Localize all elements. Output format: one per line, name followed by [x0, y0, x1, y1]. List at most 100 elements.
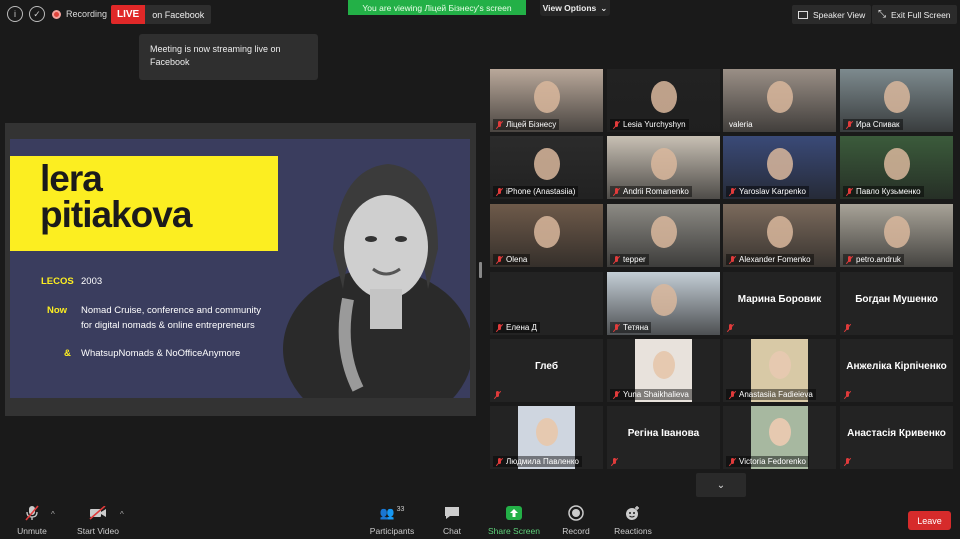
face-shape — [651, 216, 677, 248]
participant-tile[interactable]: Богдан Мушенко — [840, 272, 953, 335]
meeting-topbar: i ✓ Recording LIVE on Facebook You are v… — [0, 0, 960, 28]
participants-button[interactable]: 👥 33 Participants — [370, 504, 414, 537]
participant-name: iPhone (Anastasiia) — [506, 187, 576, 196]
chat-icon — [444, 504, 460, 522]
participant-name: Богдан Мушенко — [855, 294, 938, 305]
share-screen-icon — [506, 504, 522, 522]
exit-full-screen-label: Exit Full Screen — [891, 9, 951, 20]
mic-muted-icon — [727, 324, 734, 332]
mic-muted-icon — [729, 390, 736, 399]
live-target: on Facebook — [145, 5, 212, 24]
participant-tile[interactable]: Victoria Fedorenko — [723, 406, 836, 469]
mic-muted-icon — [613, 390, 620, 399]
mic-muted-icon — [611, 458, 618, 466]
view-options-button[interactable]: View Options ⌄ — [540, 0, 610, 16]
audio-options-caret-icon[interactable]: ^ — [51, 510, 55, 519]
face-shape — [884, 148, 910, 180]
participant-name: Yaroslav Karpenko — [739, 187, 806, 196]
participant-tile[interactable]: Людмила Павленко — [490, 406, 603, 469]
panel-resize-handle[interactable] — [479, 262, 482, 278]
face-shape — [651, 284, 677, 316]
view-options-label: View Options — [542, 3, 597, 13]
participant-name: Ира Спивак — [856, 120, 900, 129]
start-video-label: Start Video — [77, 526, 119, 536]
gallery-next-page-button[interactable]: ⌄ — [696, 473, 746, 497]
mic-muted-icon — [729, 255, 736, 264]
chevron-down-icon: ⌄ — [600, 2, 608, 13]
participant-label: iPhone (Anastasiia) — [493, 186, 579, 197]
reactions-label: Reactions — [614, 526, 652, 536]
face-shape — [534, 148, 560, 180]
leave-button[interactable]: Leave — [908, 511, 951, 530]
participant-tile[interactable]: petro.andruk — [840, 204, 953, 267]
participant-label: Anastasiia Fadieieva — [726, 389, 816, 400]
participant-tile[interactable]: tepper — [607, 204, 720, 267]
participant-tile[interactable]: Olena — [490, 204, 603, 267]
start-video-button[interactable]: Start Video — [75, 504, 121, 536]
participant-tile[interactable]: Ліцей Бізнесу — [490, 69, 603, 132]
participant-tile[interactable]: Ира Спивак — [840, 69, 953, 132]
record-button[interactable]: Record — [562, 504, 590, 536]
participant-label: Alexander Fomenko — [726, 254, 814, 265]
participant-name: Andrii Romanenko — [623, 187, 689, 196]
mic-muted-icon — [496, 255, 503, 264]
participant-tile[interactable]: Анжеліка Кірпіченко — [840, 339, 953, 402]
participant-label: Елена Д — [493, 322, 540, 333]
face-shape — [884, 216, 910, 248]
exit-full-screen-button[interactable]: ⤡ Exit Full Screen — [872, 5, 957, 24]
shared-slide: lera pitiakova LECOS 2003 Now Nomad Crui… — [10, 139, 470, 398]
participant-tile[interactable]: Тетяна — [607, 272, 720, 335]
participant-tile[interactable]: Марина Боровик — [723, 272, 836, 335]
participants-icon-wrap: 👥 33 — [380, 504, 405, 522]
participant-tile[interactable]: Anastasiia Fadieieva — [723, 339, 836, 402]
participant-tile[interactable]: valeria — [723, 69, 836, 132]
share-screen-label: Share Screen — [488, 526, 540, 536]
participant-name: Yuna Shaikhalieva — [623, 390, 689, 399]
participant-label: Yuna Shaikhalieva — [610, 389, 692, 400]
video-options-caret-icon[interactable]: ^ — [120, 510, 124, 519]
participant-tile[interactable]: iPhone (Anastasiia) — [490, 136, 603, 199]
unmute-label: Unmute — [17, 526, 47, 536]
live-stream-indicator[interactable]: LIVE on Facebook — [111, 5, 212, 24]
participant-name: Людмила Павленко — [506, 457, 579, 466]
video-off-icon — [89, 504, 107, 522]
mic-muted-icon — [846, 255, 853, 264]
reactions-icon — [625, 504, 641, 522]
unmute-button[interactable]: Unmute — [15, 504, 49, 536]
participant-tile[interactable]: Елена Д — [490, 272, 603, 335]
participant-label: Павло Кузьменко — [843, 186, 924, 197]
chat-button[interactable]: Chat — [440, 504, 464, 536]
participant-tile[interactable]: Lesia Yurchyshyn — [607, 69, 720, 132]
participant-tile[interactable]: Alexander Fomenko — [723, 204, 836, 267]
face-shape — [767, 81, 793, 113]
participant-tile[interactable]: Yaroslav Karpenko — [723, 136, 836, 199]
face-shape — [767, 216, 793, 248]
reactions-button[interactable]: Reactions — [613, 504, 653, 536]
slide-title-line1: lera — [40, 158, 103, 199]
live-badge: LIVE — [111, 5, 146, 24]
participant-tile[interactable]: Yuna Shaikhalieva — [607, 339, 720, 402]
share-screen-button[interactable]: Share Screen — [488, 504, 540, 536]
participant-label: Olena — [493, 254, 531, 265]
participant-tile[interactable]: Павло Кузьменко — [840, 136, 953, 199]
participant-name: Alexander Fomenko — [739, 255, 811, 264]
chat-label: Chat — [443, 526, 461, 536]
recording-indicator[interactable]: Recording — [52, 6, 107, 22]
face-shape — [653, 351, 675, 379]
mic-muted-icon — [846, 187, 853, 196]
mic-muted-icon — [613, 120, 620, 129]
participant-label: valeria — [726, 119, 756, 130]
face-shape — [534, 81, 560, 113]
participant-tile[interactable]: Анастасія Кривенко — [840, 406, 953, 469]
participant-name: Регіна Іванова — [627, 428, 700, 439]
participant-tile[interactable]: Глеб — [490, 339, 603, 402]
mic-muted-icon — [496, 187, 503, 196]
shield-icon[interactable]: ✓ — [29, 6, 45, 22]
info-icon[interactable]: i — [7, 6, 23, 22]
mic-muted-icon — [844, 324, 851, 332]
participant-tile[interactable]: Andrii Romanenko — [607, 136, 720, 199]
speaker-view-label: Speaker View — [813, 9, 866, 20]
participant-tile[interactable]: Регіна Іванова — [607, 406, 720, 469]
speaker-view-button[interactable]: Speaker View — [792, 5, 872, 24]
participant-label: Lesia Yurchyshyn — [610, 119, 689, 130]
